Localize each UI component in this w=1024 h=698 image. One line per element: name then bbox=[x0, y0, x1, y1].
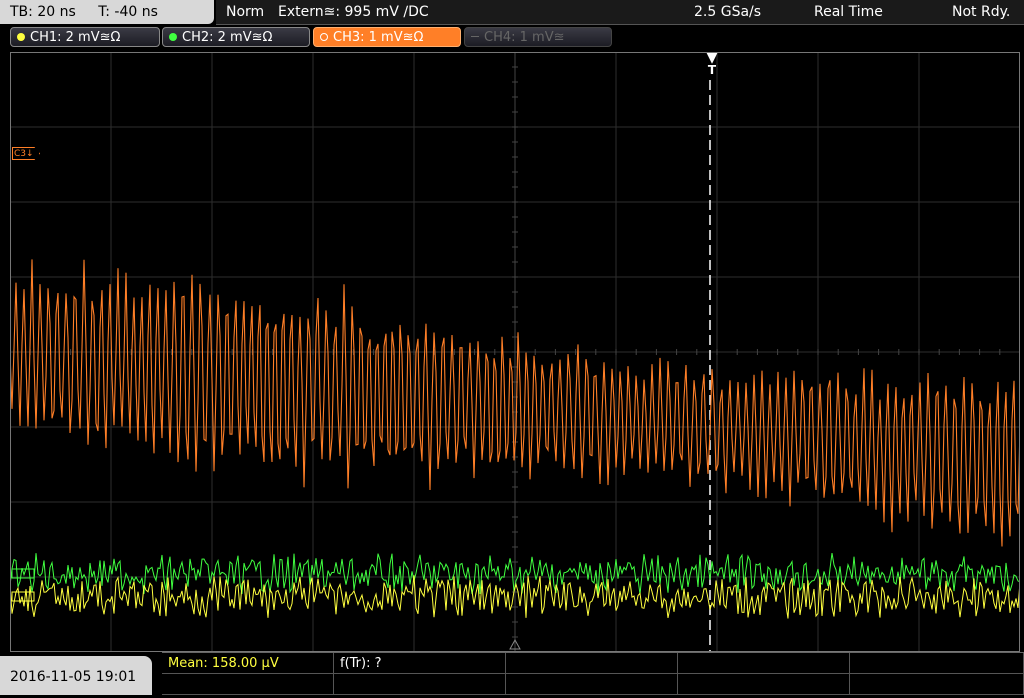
graticule-frame bbox=[10, 52, 1020, 652]
timebase-panel[interactable]: TB: 20 ns T: -40 ns bbox=[0, 0, 214, 24]
tab-ch2[interactable]: CH2: 2 mV≊Ω bbox=[162, 27, 310, 47]
measurement-slot-6[interactable] bbox=[162, 674, 334, 695]
channel-off-icon bbox=[471, 36, 479, 37]
acquisition-mode[interactable]: Real Time bbox=[814, 0, 883, 24]
channel-dot-icon bbox=[169, 33, 177, 41]
measurement-bar: Mean: 158.00 µV f(Tr): ? bbox=[162, 652, 1024, 696]
tab-ch1[interactable]: CH1: 2 mV≊Ω bbox=[10, 27, 160, 47]
ch4-label: CH4: 1 mV≊ bbox=[484, 30, 565, 45]
tab-ch4[interactable]: CH4: 1 mV≊ bbox=[464, 27, 612, 47]
ch3-reference-marker[interactable]: C3↓ bbox=[12, 147, 40, 160]
trigger-mode[interactable]: Norm bbox=[226, 0, 264, 24]
trigger-position-marker[interactable]: ▼ T bbox=[704, 51, 720, 80]
measurement-slot-9[interactable] bbox=[678, 674, 850, 695]
tab-ch3[interactable]: CH3: 1 mV≊Ω bbox=[313, 27, 461, 47]
channel-dot-icon bbox=[17, 33, 25, 41]
measurement-slot-8[interactable] bbox=[506, 674, 678, 695]
measurement-slot-3[interactable] bbox=[506, 653, 678, 674]
mean-measurement[interactable]: Mean: 158.00 µV bbox=[162, 653, 334, 674]
trigger-source[interactable]: Extern≊: 995 mV ∕DC bbox=[278, 0, 429, 24]
ch3-label: CH3: 1 mV≊Ω bbox=[333, 30, 424, 45]
status-bar: Norm Extern≊: 995 mV ∕DC 2.5 GSa/s Real … bbox=[216, 0, 1024, 25]
channel-dot-icon bbox=[320, 33, 328, 41]
measurement-slot-7[interactable] bbox=[334, 674, 506, 695]
acquisition-status: Not Rdy. bbox=[952, 4, 1011, 20]
ch1-label: CH1: 2 mV≊Ω bbox=[30, 30, 121, 45]
measurement-slot-4[interactable] bbox=[678, 653, 850, 674]
ch2-label: CH2: 2 mV≊Ω bbox=[182, 30, 273, 45]
timebase-value: TB: 20 ns bbox=[10, 4, 76, 20]
measurement-slot-10[interactable] bbox=[850, 674, 1024, 695]
measurement-slot-5[interactable] bbox=[850, 653, 1024, 674]
rise-freq-measurement[interactable]: f(Tr): ? bbox=[334, 653, 506, 674]
trigger-offset-value: T: -40 ns bbox=[98, 4, 158, 20]
datetime-display: 2016-11-05 19:01 bbox=[0, 656, 152, 695]
sample-rate: 2.5 GSa/s bbox=[694, 4, 762, 20]
